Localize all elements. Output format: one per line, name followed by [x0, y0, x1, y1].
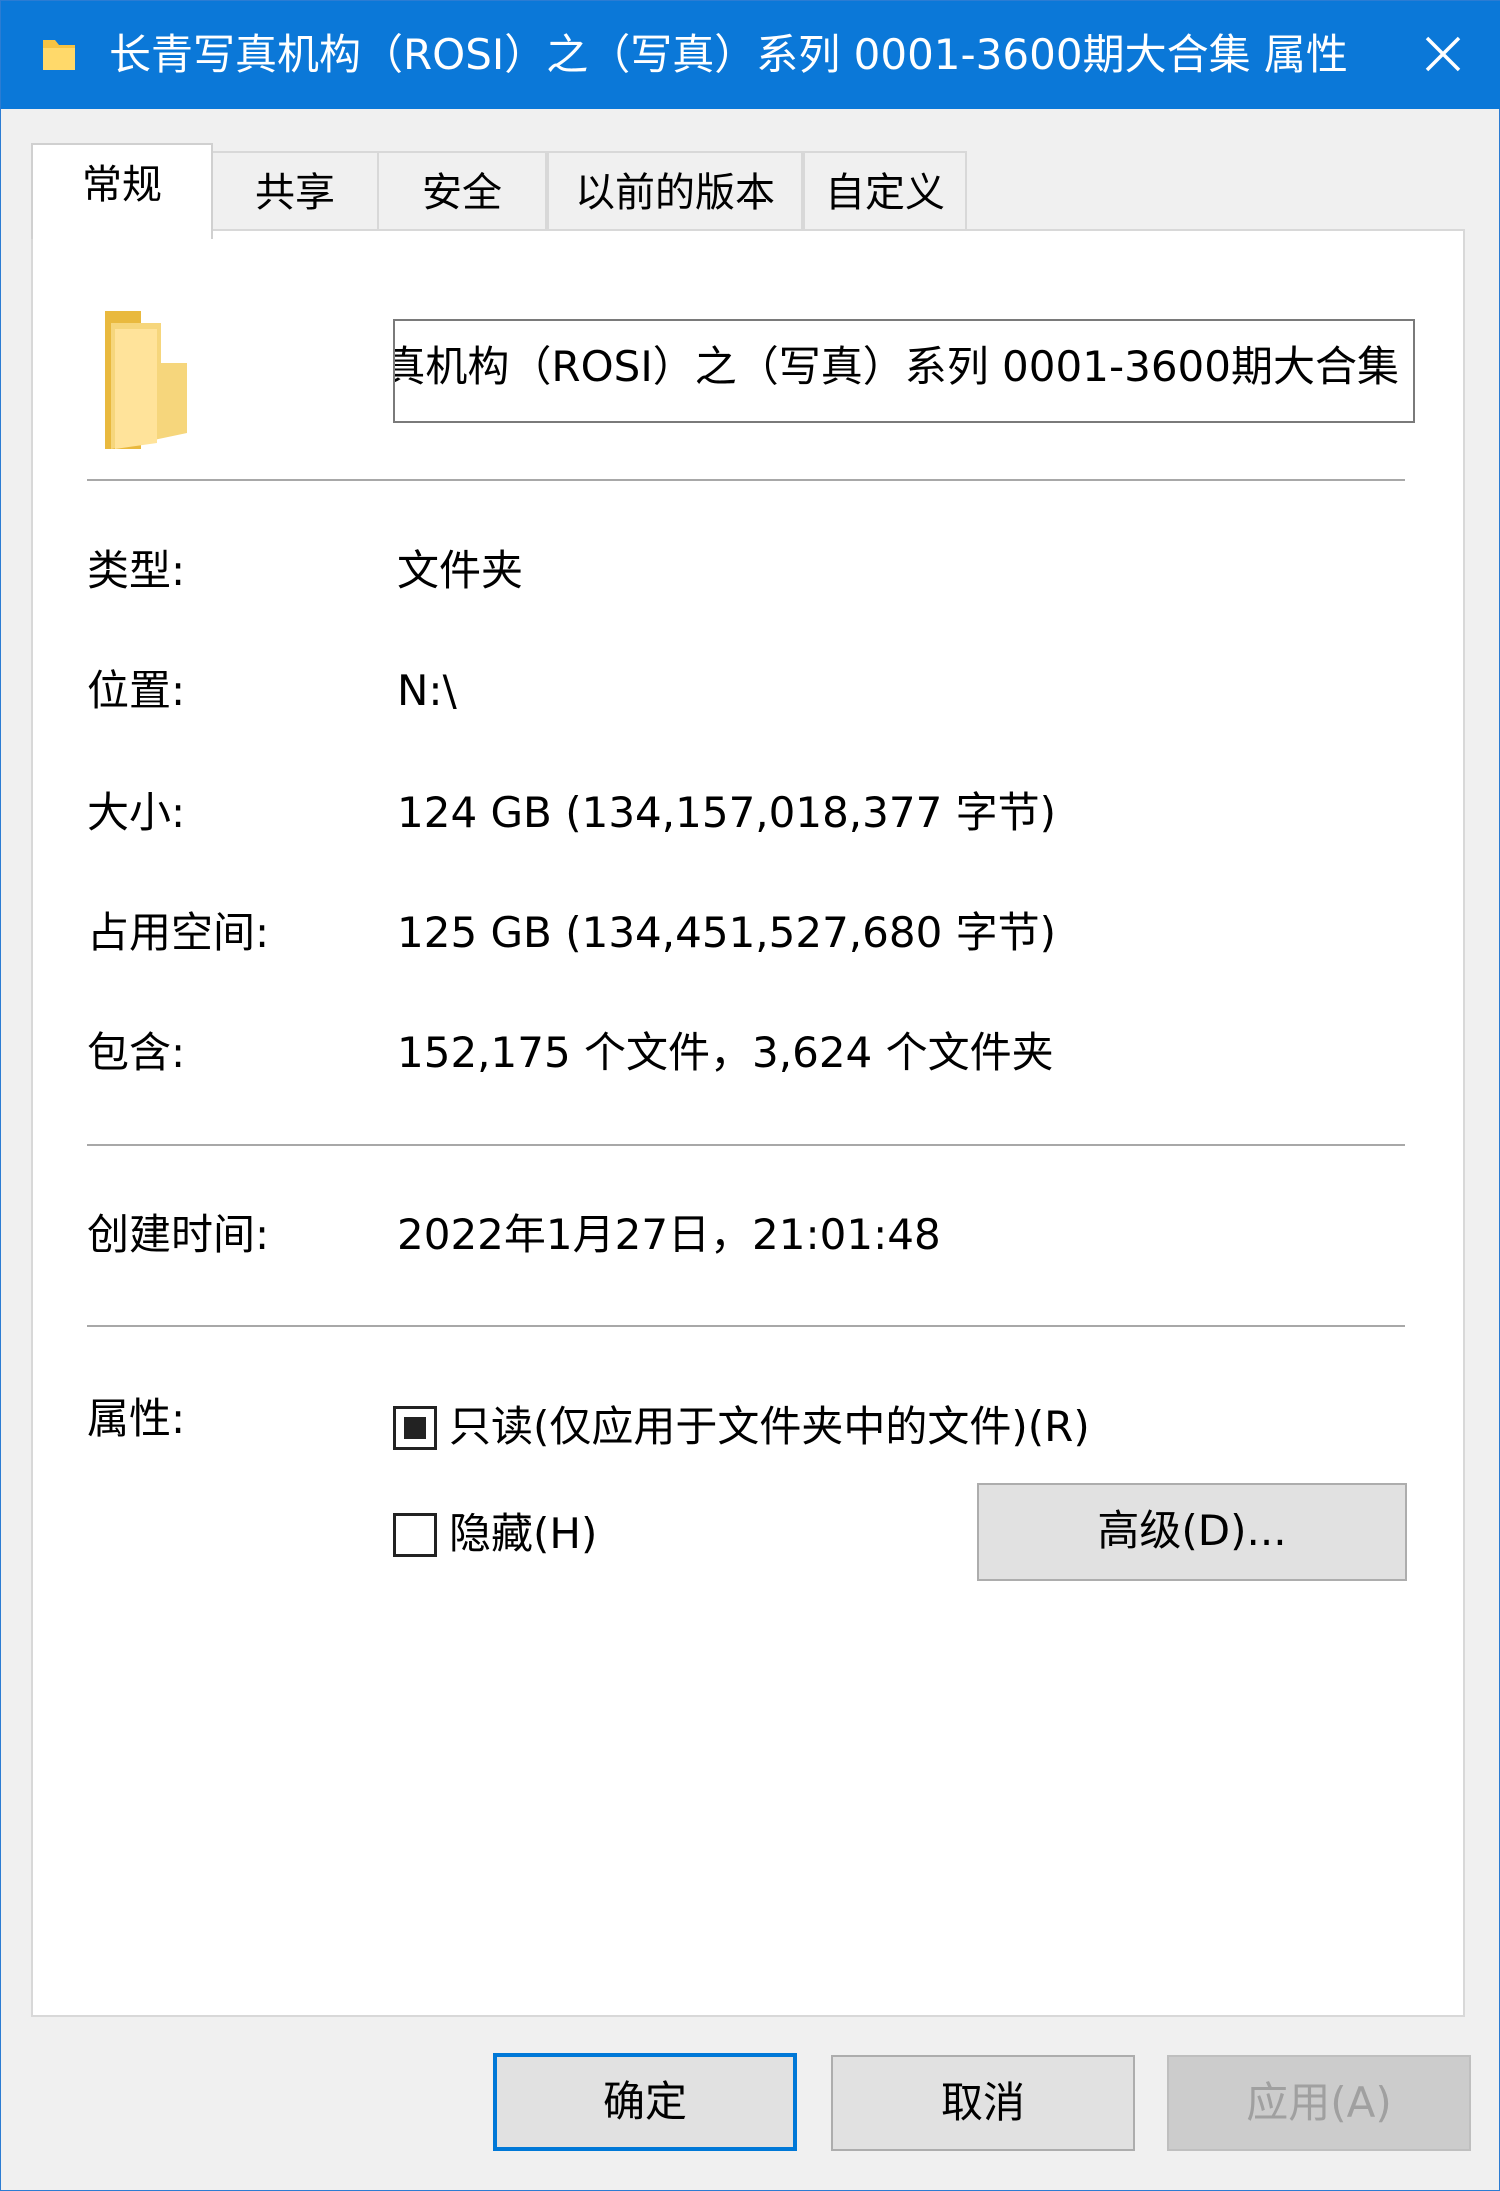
readonly-checkbox[interactable] — [393, 1406, 437, 1450]
type-label: 类型: — [87, 546, 186, 595]
size-value: 124 GB (134,157,018,377 字节) — [397, 788, 1057, 837]
advanced-button-label: 高级(D)... — [1097, 1506, 1287, 1555]
tab-label: 共享 — [255, 170, 335, 216]
folder-name-input[interactable]: 长青写真机构（ROSI）之（写真）系列 0001-3600期大合集 — [393, 319, 1415, 423]
contains-label: 包含: — [87, 1028, 186, 1077]
tab-label: 安全 — [422, 170, 502, 216]
advanced-button[interactable]: 高级(D)... — [977, 1483, 1407, 1581]
location-value: N:\ — [397, 666, 457, 715]
tab-security[interactable]: 安全 — [377, 151, 547, 237]
size-on-disk-value: 125 GB (134,451,527,680 字节) — [397, 908, 1057, 957]
tab-previous-versions[interactable]: 以前的版本 — [547, 151, 803, 237]
general-tab-panel — [31, 229, 1465, 2017]
tab-general[interactable]: 常规 — [31, 143, 213, 239]
title-bar[interactable]: 长青写真机构（ROSI）之（写真）系列 0001-3600期大合集 属性 — [1, 1, 1500, 109]
hidden-checkbox[interactable] — [393, 1513, 437, 1557]
folder-icon — [101, 303, 191, 457]
size-label: 大小: — [87, 788, 186, 837]
divider — [87, 479, 1405, 481]
properties-dialog: 长青写真机构（ROSI）之（写真）系列 0001-3600期大合集 属性 常规 … — [0, 0, 1500, 2191]
readonly-label[interactable]: 只读(仅应用于文件夹中的文件)(R) — [449, 1399, 1090, 1455]
divider — [87, 1325, 1405, 1327]
tab-label: 常规 — [82, 162, 162, 208]
tab-label: 以前的版本 — [575, 170, 775, 216]
apply-button[interactable]: 应用(A) — [1167, 2055, 1471, 2151]
ok-button-label: 确定 — [602, 2077, 687, 2126]
size-on-disk-label: 占用空间: — [87, 908, 270, 957]
tab-sharing[interactable]: 共享 — [211, 151, 379, 237]
created-label: 创建时间: — [87, 1210, 270, 1259]
tab-customize[interactable]: 自定义 — [803, 151, 967, 237]
contains-value: 152,175 个文件，3,624 个文件夹 — [397, 1028, 1054, 1077]
close-button[interactable] — [1397, 19, 1489, 93]
indeterminate-mark — [404, 1417, 426, 1439]
folder-name-text: 长青写真机构（ROSI）之（写真）系列 0001-3600期大合集 — [395, 342, 1399, 391]
hidden-label[interactable]: 隐藏(H) — [449, 1506, 597, 1562]
close-icon — [1423, 34, 1463, 78]
type-value: 文件夹 — [397, 546, 524, 595]
location-label: 位置: — [87, 666, 186, 715]
tab-label: 自定义 — [825, 170, 945, 216]
apply-button-label: 应用(A) — [1246, 2078, 1392, 2127]
folder-icon — [41, 34, 77, 78]
cancel-button[interactable]: 取消 — [831, 2055, 1135, 2151]
created-value: 2022年1月27日，21:01:48 — [397, 1210, 941, 1259]
cancel-button-label: 取消 — [940, 2078, 1025, 2127]
window-title: 长青写真机构（ROSI）之（写真）系列 0001-3600期大合集 属性 — [109, 30, 1348, 79]
attributes-label: 属性: — [87, 1394, 186, 1443]
divider — [87, 1144, 1405, 1146]
ok-button[interactable]: 确定 — [493, 2053, 797, 2151]
